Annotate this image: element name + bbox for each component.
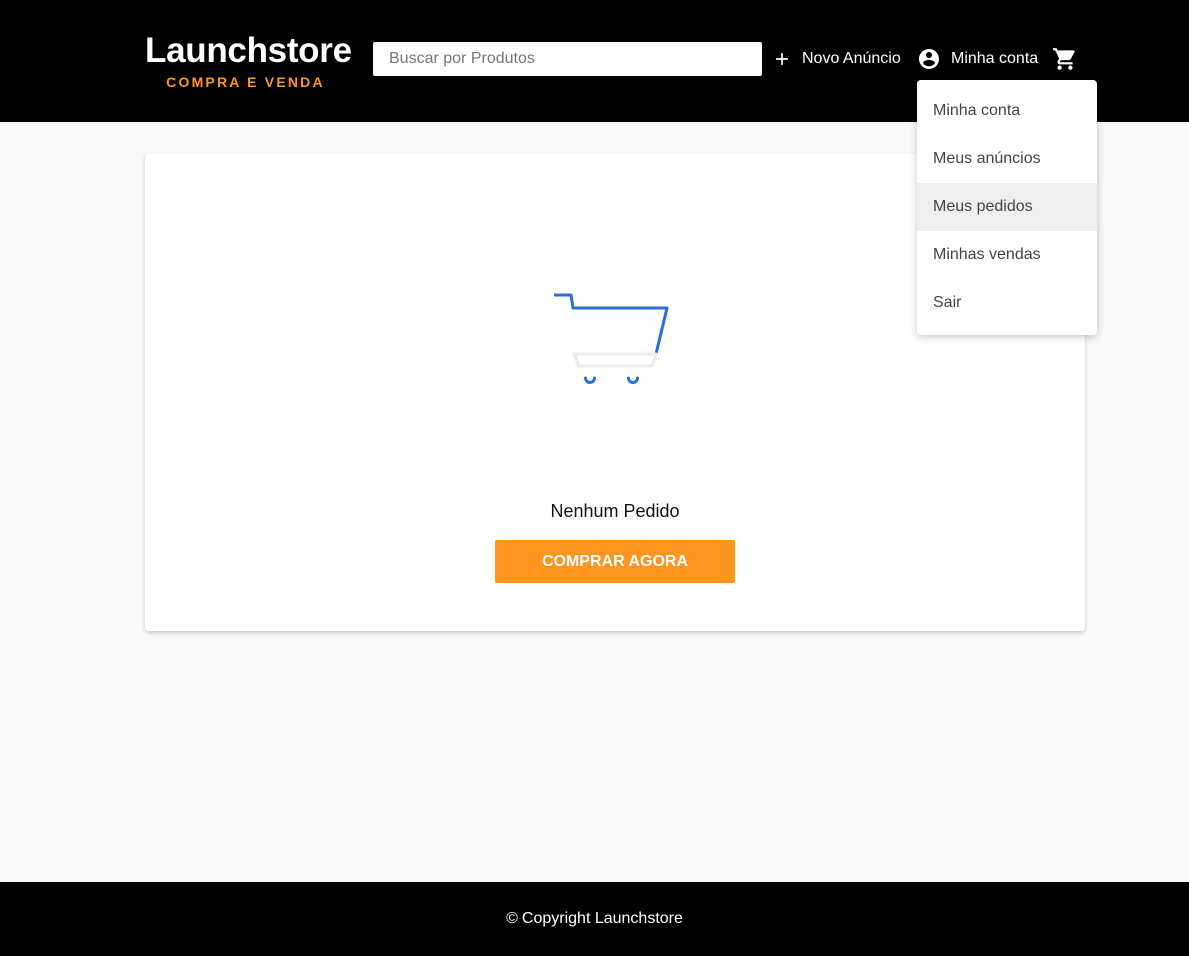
menu-item-my-ads[interactable]: Meus anúncios (917, 135, 1097, 183)
logo-subtitle: COMPRA E VENDA (166, 74, 325, 90)
account-dropdown-menu: Minha conta Meus anúncios Meus pedidos M… (917, 80, 1097, 335)
empty-orders-message: Nenhum Pedido (550, 501, 680, 521)
account-label: Minha conta (951, 50, 1039, 67)
menu-item-my-orders[interactable]: Meus pedidos (917, 183, 1097, 231)
footer: © Copyright Launchstore (0, 882, 1189, 956)
account-circle-icon (917, 47, 941, 71)
menu-item-my-account[interactable]: Minha conta (917, 87, 1097, 135)
shopping-cart-icon (1052, 48, 1078, 76)
logo[interactable]: Launchstore COMPRA E VENDA (145, 31, 352, 91)
search-input[interactable] (373, 42, 762, 76)
new-ad-label: Novo Anúncio (802, 50, 901, 67)
plus-icon (772, 49, 792, 69)
empty-cart-illustration (553, 293, 674, 393)
cart-button[interactable] (1052, 46, 1078, 72)
account-menu-toggle[interactable]: Minha conta (917, 44, 1038, 74)
logo-title: Launchstore (145, 31, 352, 70)
menu-item-logout[interactable]: Sair (917, 279, 1097, 327)
menu-item-my-sales[interactable]: Minhas vendas (917, 231, 1097, 279)
buy-now-button[interactable]: Comprar agora (495, 540, 735, 583)
new-ad-link[interactable]: Novo Anúncio (772, 44, 901, 74)
copyright-symbol: © (506, 910, 518, 927)
footer-copyright-text: Copyright Launchstore (521, 910, 683, 927)
